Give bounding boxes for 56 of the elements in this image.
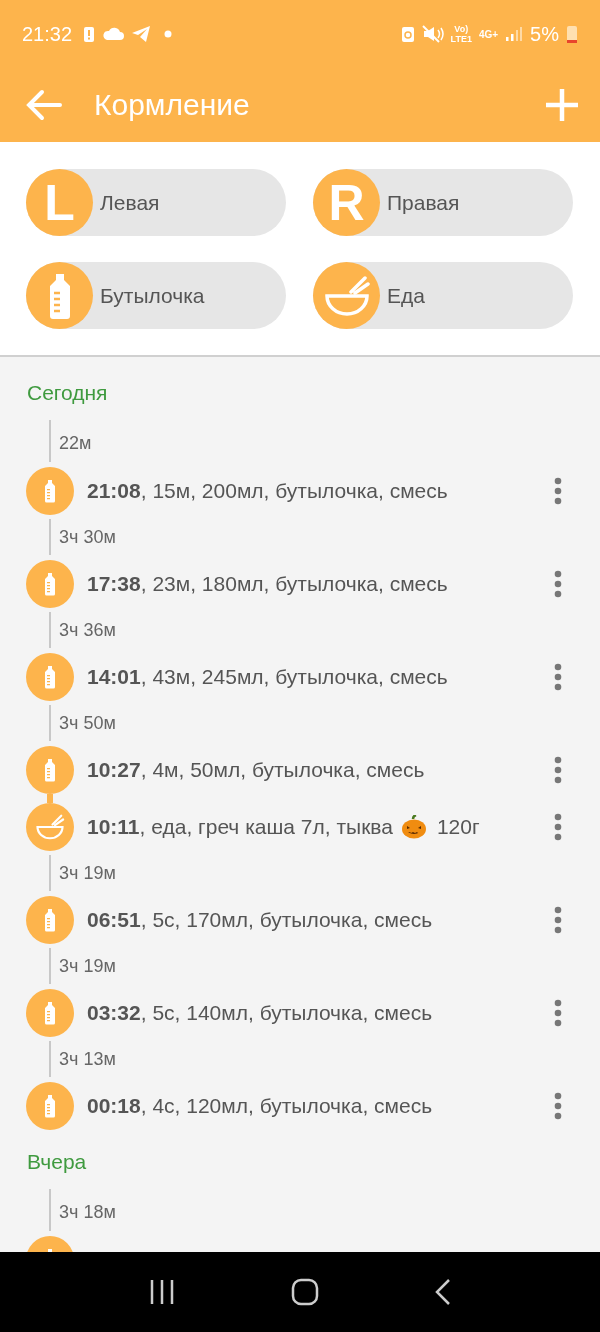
- interval-label: 3ч 19м: [59, 955, 116, 977]
- more-options-button[interactable]: [552, 755, 564, 784]
- more-options-button[interactable]: [552, 569, 564, 598]
- battery-saver-icon: [400, 25, 415, 43]
- section-date: Вчера: [27, 1149, 87, 1174]
- interval-label: 22м: [59, 432, 92, 454]
- feeding-entry-text: 10:11, еда, греч каша 7л, тыква: [87, 814, 393, 839]
- feeding-entry-text: 21:08, 15м, 200мл, бутылочка, смесь: [87, 478, 448, 503]
- section-date: Сегодня: [27, 380, 108, 405]
- battery-icon: [566, 24, 578, 44]
- feeding-type-button[interactable]: L Левая: [26, 169, 286, 236]
- bottle-icon: [26, 652, 74, 701]
- battery-percent: 5%: [530, 22, 559, 46]
- status-time: 21:32: [22, 22, 73, 46]
- feeding-entry-text: 10:27, 4м, 50мл, бутылочка, смесь: [87, 757, 425, 782]
- more-options-button[interactable]: [552, 812, 564, 841]
- bottle-icon: [26, 745, 74, 794]
- bottle-icon: [26, 466, 74, 515]
- timeline-connector: [47, 794, 53, 803]
- more-options-button[interactable]: [552, 476, 564, 505]
- interval-label: 3ч 19м: [59, 862, 116, 884]
- volte-label: Vo): [454, 24, 469, 34]
- feeding-entry-text: 17:38, 23м, 180мл, бутылочка, смесь: [87, 571, 448, 596]
- muted-speaker-icon: [421, 25, 444, 43]
- interval-label: 3ч 36м: [59, 619, 116, 641]
- interval-label: 3ч 30м: [59, 526, 116, 548]
- screen-title: Кормление: [94, 88, 251, 122]
- bowl-icon: [26, 802, 74, 851]
- interval-label: 3ч 50м: [59, 712, 116, 734]
- feeding-entry-text: 14:01, 43м, 245мл, бутылочка, смесь: [87, 664, 448, 689]
- more-options-button[interactable]: [552, 905, 564, 934]
- more-options-button[interactable]: [552, 1091, 564, 1120]
- more-options-button[interactable]: [552, 662, 564, 691]
- feeding-entry-text: 03:32, 5с, 140мл, бутылочка, смесь: [87, 1000, 433, 1025]
- bottle-icon: [26, 895, 74, 944]
- signal-icon: [505, 26, 524, 42]
- lte-label: LTE1: [450, 34, 472, 44]
- feeding-entry-text: 00:18, 4с, 120мл, бутылочка, смесь: [87, 1093, 433, 1118]
- network-label: 4G+: [478, 28, 499, 40]
- bottle-icon: [26, 988, 74, 1037]
- interval-label: 3ч 18м: [59, 1201, 116, 1223]
- pumpkin-icon: [400, 814, 427, 839]
- feeding-type-button[interactable]: R Правая: [313, 169, 573, 236]
- amount-label: 120г: [436, 814, 480, 839]
- bowl-icon: [322, 275, 371, 316]
- feeding-type-button[interactable]: Бутылочка: [26, 262, 286, 329]
- bottle-icon: [26, 1081, 74, 1130]
- feeding-type-button[interactable]: Еда: [313, 262, 573, 329]
- bottle-icon: [26, 559, 74, 608]
- notification-dot-icon: [164, 30, 173, 38]
- more-options-button[interactable]: [552, 998, 564, 1027]
- paper-plane-icon: [131, 25, 152, 43]
- feeding-entry-text: 06:51, 5с, 170мл, бутылочка, смесь: [87, 907, 433, 932]
- interval-label: 3ч 13м: [59, 1048, 116, 1070]
- battery-alert-icon: [83, 25, 96, 43]
- cloud-icon: [102, 27, 125, 41]
